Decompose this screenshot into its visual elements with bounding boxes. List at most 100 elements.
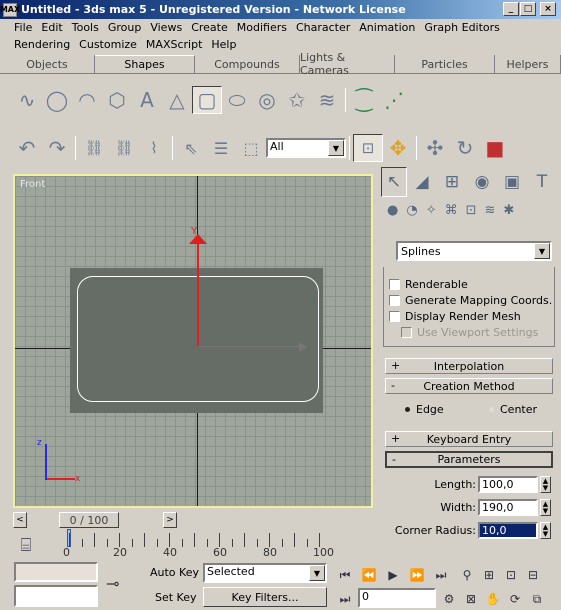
key-filters-button[interactable]: Key Filters... [203,587,327,607]
minimize-button[interactable]: _ [503,2,519,16]
nurbs-curves-icon[interactable]: ⋰ [379,86,409,114]
track-bar[interactable]: 0 20 40 60 80 100 [13,529,334,559]
tab-shapes[interactable]: Shapes [95,55,195,73]
arc-icon[interactable]: ◠ [72,86,102,114]
width-field[interactable]: 190,0 [478,499,538,516]
menu-item-create[interactable]: Create [191,21,228,34]
menu-item-help[interactable]: Help [211,38,236,51]
transform-gizmo-x-axis[interactable] [199,346,299,347]
interpolation-rollout[interactable]: + Interpolation [385,358,553,374]
move-icon[interactable]: ✣ [420,134,450,162]
key-mode-icon[interactable]: ⊸ [106,574,119,593]
arc-rotate-icon[interactable]: ⟳ [506,590,524,608]
set-key-label[interactable]: Set Key [155,591,197,604]
time-prev-icon[interactable]: < [13,512,27,528]
key-set-dropdown[interactable]: Selected ▼ [203,563,327,583]
redo-icon[interactable]: ↷ [42,134,72,162]
corner-radius-spinner[interactable]: ▲ ▼ [540,522,551,539]
spin-down-icon[interactable]: ▼ [543,484,548,492]
viewport-label[interactable]: Front [20,179,45,190]
unlink-icon[interactable]: ⛓ [109,134,139,162]
menu-item-views[interactable]: Views [150,21,182,34]
spin-down-icon[interactable]: ▼ [543,507,548,515]
helix-icon[interactable]: ≋ [312,86,342,114]
menu-item-group[interactable]: Group [108,21,142,34]
center-radio[interactable]: Center [489,403,537,416]
time-slider-thumb[interactable]: 0 / 100 [59,512,119,528]
ngon-icon[interactable]: ⬡ [102,86,132,114]
window-crossing-icon[interactable]: ⊡ [353,134,383,162]
modify-tab-icon[interactable]: ◢ [409,167,435,197]
select-and-link-icon[interactable]: ⛓ [79,134,109,162]
star-icon[interactable]: ✩ [282,86,312,114]
corner-radius-field[interactable]: 10,0 [478,522,538,539]
key-mode-toggle-icon[interactable]: ⏭ [336,590,354,608]
menu-item-maxscript[interactable]: MAXScript [146,38,202,51]
selection-region-icon[interactable]: ⬚ [236,134,266,162]
hierarchy-tab-icon[interactable]: ⊞ [439,167,465,197]
menu-item-character[interactable]: Character [296,21,350,34]
status-field-upper[interactable] [14,562,98,582]
spacewarps-icon[interactable]: ≋ [485,203,496,218]
length-field[interactable]: 100,0 [478,476,538,493]
lights-icon[interactable]: ✧ [426,203,437,218]
maximize-viewport-icon[interactable]: ⧉ [528,590,546,608]
zoom-all-icon[interactable]: ⊞ [480,566,498,584]
undo-icon[interactable]: ↶ [12,134,42,162]
select-and-move-highlight-icon[interactable]: ✥ [383,134,413,162]
create-tab-icon[interactable]: ↖ [381,167,407,197]
display-render-mesh-checkbox[interactable]: Display Render Mesh [389,310,521,323]
helpers-icon[interactable]: ⊡ [466,203,477,218]
ellipse-icon[interactable]: ⬭ [222,86,252,114]
tab-compounds[interactable]: Compounds [195,55,300,73]
scale-icon[interactable]: ■ [480,134,510,162]
zoom-extents-icon[interactable]: ⊡ [502,566,520,584]
utilities-tab-icon[interactable]: T [529,167,555,197]
tab-lights-cameras[interactable]: Lights & Cameras [300,51,395,77]
circle-icon[interactable]: ◯ [42,86,72,114]
prev-frame-icon[interactable]: ⏪ [360,566,378,584]
menu-item-animation[interactable]: Animation [359,21,415,34]
renderable-checkbox[interactable]: Renderable [389,278,468,291]
category-dropdown[interactable]: Splines ▼ [396,241,552,261]
use-viewport-settings-checkbox[interactable]: Use Viewport Settings [401,326,538,339]
length-spinner[interactable]: ▲ ▼ [540,476,551,493]
menu-item-file[interactable]: File [14,21,32,34]
tab-particles[interactable]: Particles [395,55,495,73]
width-spinner[interactable]: ▲ ▼ [540,499,551,516]
cameras-icon[interactable]: ⌘ [445,203,458,218]
motion-tab-icon[interactable]: ◉ [469,167,495,197]
current-frame-field[interactable]: 0 [358,588,436,608]
selection-filter-dropdown[interactable]: All ▼ [266,138,346,158]
transform-gizmo-y-axis[interactable] [197,236,199,346]
rotate-icon[interactable]: ↻ [450,134,480,162]
auto-key-label[interactable]: Auto Key [150,566,199,579]
donut-icon[interactable]: ◎ [252,86,282,114]
creation-method-rollout[interactable]: - Creation Method [385,378,553,394]
menu-item-customize[interactable]: Customize [79,38,137,51]
select-by-name-icon[interactable]: ☰ [206,134,236,162]
text-icon[interactable]: A [132,86,162,114]
spline-shapes-icon[interactable]: ⁐ [349,86,379,114]
menu-item-rendering[interactable]: Rendering [14,38,70,51]
shapes-icon[interactable]: ◔ [406,203,417,218]
tab-helpers[interactable]: Helpers [495,55,561,73]
status-field-lower[interactable] [14,585,98,607]
region-zoom-icon[interactable]: ⊠ [462,590,480,608]
goto-start-icon[interactable]: ⏮ [336,566,354,584]
next-frame-icon[interactable]: ⏩ [408,566,426,584]
time-slider[interactable]: < 0 / 100 > [13,512,373,529]
spin-down-icon[interactable]: ▼ [543,530,548,538]
tab-objects[interactable]: Objects [0,55,95,73]
time-config-icon[interactable]: ⚙ [440,590,458,608]
generate-mapping-checkbox[interactable]: Generate Mapping Coords. [389,294,552,307]
time-next-icon[interactable]: > [163,512,177,528]
menu-item-graph-editors[interactable]: Graph Editors [424,21,500,34]
zoom-icon[interactable]: ⚲ [458,566,476,584]
select-object-icon[interactable]: ⇖ [176,134,206,162]
goto-end-icon[interactable]: ⏭ [432,566,450,584]
keyboard-entry-rollout[interactable]: + Keyboard Entry [385,431,553,447]
pan-icon[interactable]: ✋ [484,590,502,608]
geometry-icon[interactable]: ● [387,203,398,218]
menu-item-edit[interactable]: Edit [41,21,62,34]
